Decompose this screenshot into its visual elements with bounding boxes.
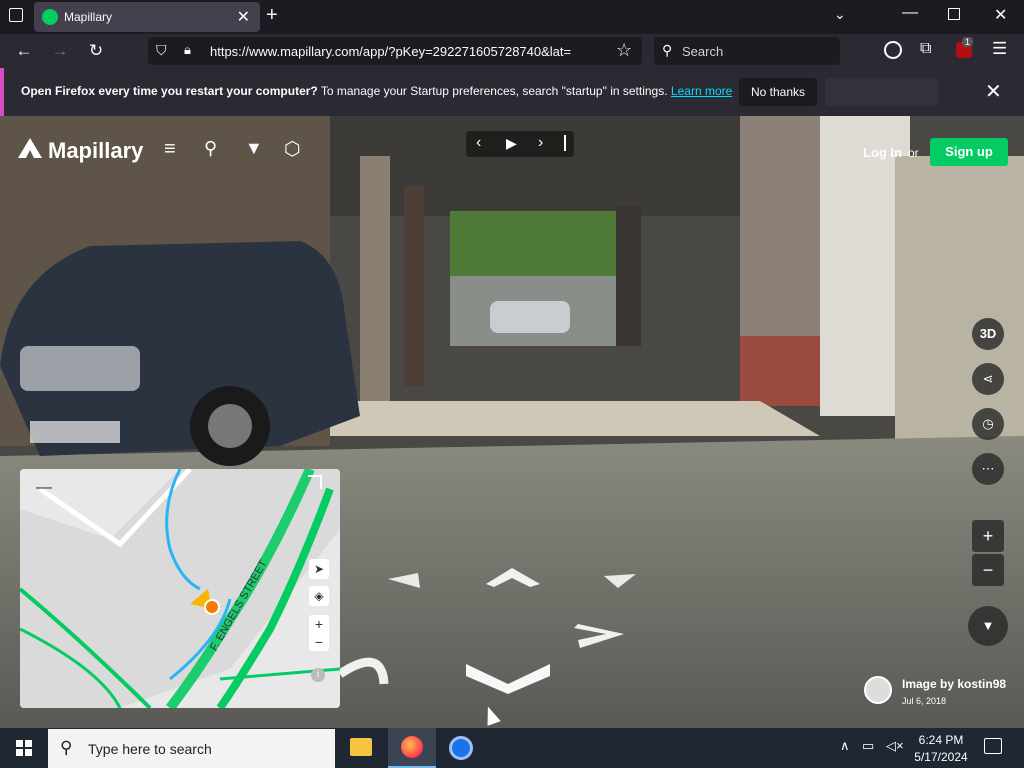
tab-list-icon[interactable] (9, 8, 23, 22)
show-hidden-icons-chevron-icon[interactable]: ∧ (840, 738, 850, 754)
chrome-icon[interactable] (449, 736, 473, 760)
compass-icon[interactable]: ▼ (968, 606, 1008, 646)
more-options-icon[interactable]: ⋯ (972, 453, 1004, 485)
play-button[interactable]: ▶ (506, 135, 517, 152)
minimap-minimize-icon[interactable]: — (36, 479, 52, 497)
account-icon[interactable] (884, 41, 902, 59)
locate-me-icon[interactable]: ➤ (309, 559, 329, 579)
volume-muted-icon[interactable]: ◁× (886, 738, 904, 754)
close-notification-icon[interactable]: ✕ (985, 79, 1002, 104)
filter-icon[interactable]: ▼ (245, 138, 263, 159)
no-thanks-button[interactable]: No thanks (739, 78, 817, 106)
mapillary-favicon-icon (42, 9, 58, 25)
tab-bar: Mapillary ✕ + ⌄ — ✕ (0, 0, 1024, 34)
taskbar-search-placeholder: Type here to search (88, 741, 212, 757)
3d-toggle-button[interactable]: 3D (972, 318, 1004, 350)
back-button[interactable]: ← (12, 39, 36, 63)
clock-time[interactable]: 6:24 PM (916, 733, 966, 747)
map-info-icon[interactable]: i (311, 668, 325, 682)
forward-button[interactable]: → (48, 39, 72, 63)
login-link[interactable]: Log In (863, 145, 902, 160)
notifications-icon[interactable] (984, 738, 1002, 754)
list-all-tabs-icon[interactable]: ⌄ (834, 6, 846, 23)
bookmark-star-icon[interactable]: ☆ (616, 40, 632, 61)
mapillary-logo-icon[interactable] (16, 136, 44, 164)
zoom-out-button[interactable]: − (972, 554, 1004, 586)
minimap-canvas[interactable] (20, 469, 340, 708)
shield-icon[interactable]: ⛉ (156, 42, 167, 59)
lock-icon[interactable]: 🔒︎ (184, 42, 191, 58)
history-clock-icon[interactable]: ◷ (972, 408, 1004, 440)
search-input[interactable]: ⚲ Search (654, 37, 840, 65)
minimize-button[interactable]: — (902, 4, 918, 22)
menu-icon[interactable]: ☰ (992, 39, 1007, 59)
taskbar-search-icon: ⚲ (60, 738, 73, 757)
learn-more-link[interactable]: Learn more (671, 84, 732, 98)
firefox-taskbar-button[interactable] (388, 728, 436, 768)
sequence-controls: ‹ ▶ › (466, 131, 574, 157)
extensions-icon[interactable]: ⧉ (920, 40, 931, 58)
url-text[interactable]: https://www.mapillary.com/app/?pKey=2922… (210, 44, 610, 59)
clock-date[interactable]: 5/17/2024 (912, 750, 970, 764)
next-image-button[interactable]: › (538, 134, 543, 152)
reload-button[interactable]: ↻ (84, 39, 108, 63)
previous-image-button[interactable]: ‹ (476, 134, 481, 152)
map-zoom-controls[interactable]: + − (309, 615, 329, 651)
map-layers-icon[interactable]: ◈ (309, 586, 329, 606)
close-window-button[interactable]: ✕ (994, 5, 1007, 25)
network-icon[interactable]: ▭ (862, 738, 874, 754)
layers-hex-icon[interactable]: ⬡ (284, 138, 301, 161)
windows-start-icon[interactable] (16, 740, 32, 756)
image-author[interactable]: Image by kostin98 (902, 677, 1006, 691)
file-explorer-icon[interactable] (350, 738, 372, 756)
blank-button[interactable] (825, 78, 938, 106)
sequence-slider-handle[interactable] (564, 135, 566, 151)
search-icon: ⚲ (662, 42, 673, 58)
taskbar-search-input[interactable]: ⚲ Type here to search (48, 729, 335, 768)
notification-text: To manage your Startup preferences, sear… (317, 84, 668, 98)
ublock-badge: 1 (962, 37, 974, 47)
signup-button[interactable]: Sign up (930, 138, 1008, 166)
search-placeholder: Search (682, 44, 724, 59)
mapillary-brand[interactable]: Mapillary (48, 138, 143, 164)
notification-title: Open Firefox every time you restart your… (21, 84, 318, 98)
close-tab-icon[interactable]: ✕ (237, 7, 250, 27)
tab-mapillary[interactable]: Mapillary ✕ (34, 2, 260, 32)
avatar[interactable] (864, 676, 892, 704)
new-tab-button[interactable]: + (266, 4, 278, 27)
mapillary-search-icon[interactable]: ⚲ (204, 138, 217, 159)
hamburger-menu-icon[interactable]: ≡ (164, 138, 176, 161)
tab-title: Mapillary (64, 10, 113, 24)
nav-bar: ← → ↻ ⛉ 🔒︎ https://www.mapillary.com/app… (0, 34, 1024, 68)
expand-map-icon[interactable] (308, 475, 322, 489)
capture-date: Jul 6, 2018 (902, 696, 947, 706)
minimap[interactable]: — F. ENGELS STREET ➤ ◈ + − i (20, 469, 340, 708)
restore-button[interactable] (948, 8, 960, 20)
url-bar[interactable]: ⛉ 🔒︎ https://www.mapillary.com/app/?pKey… (148, 37, 642, 65)
zoom-in-button[interactable]: + (972, 520, 1004, 552)
share-icon[interactable]: ⋖ (972, 363, 1004, 395)
firefox-icon (401, 736, 423, 758)
or-label: or (908, 146, 919, 160)
